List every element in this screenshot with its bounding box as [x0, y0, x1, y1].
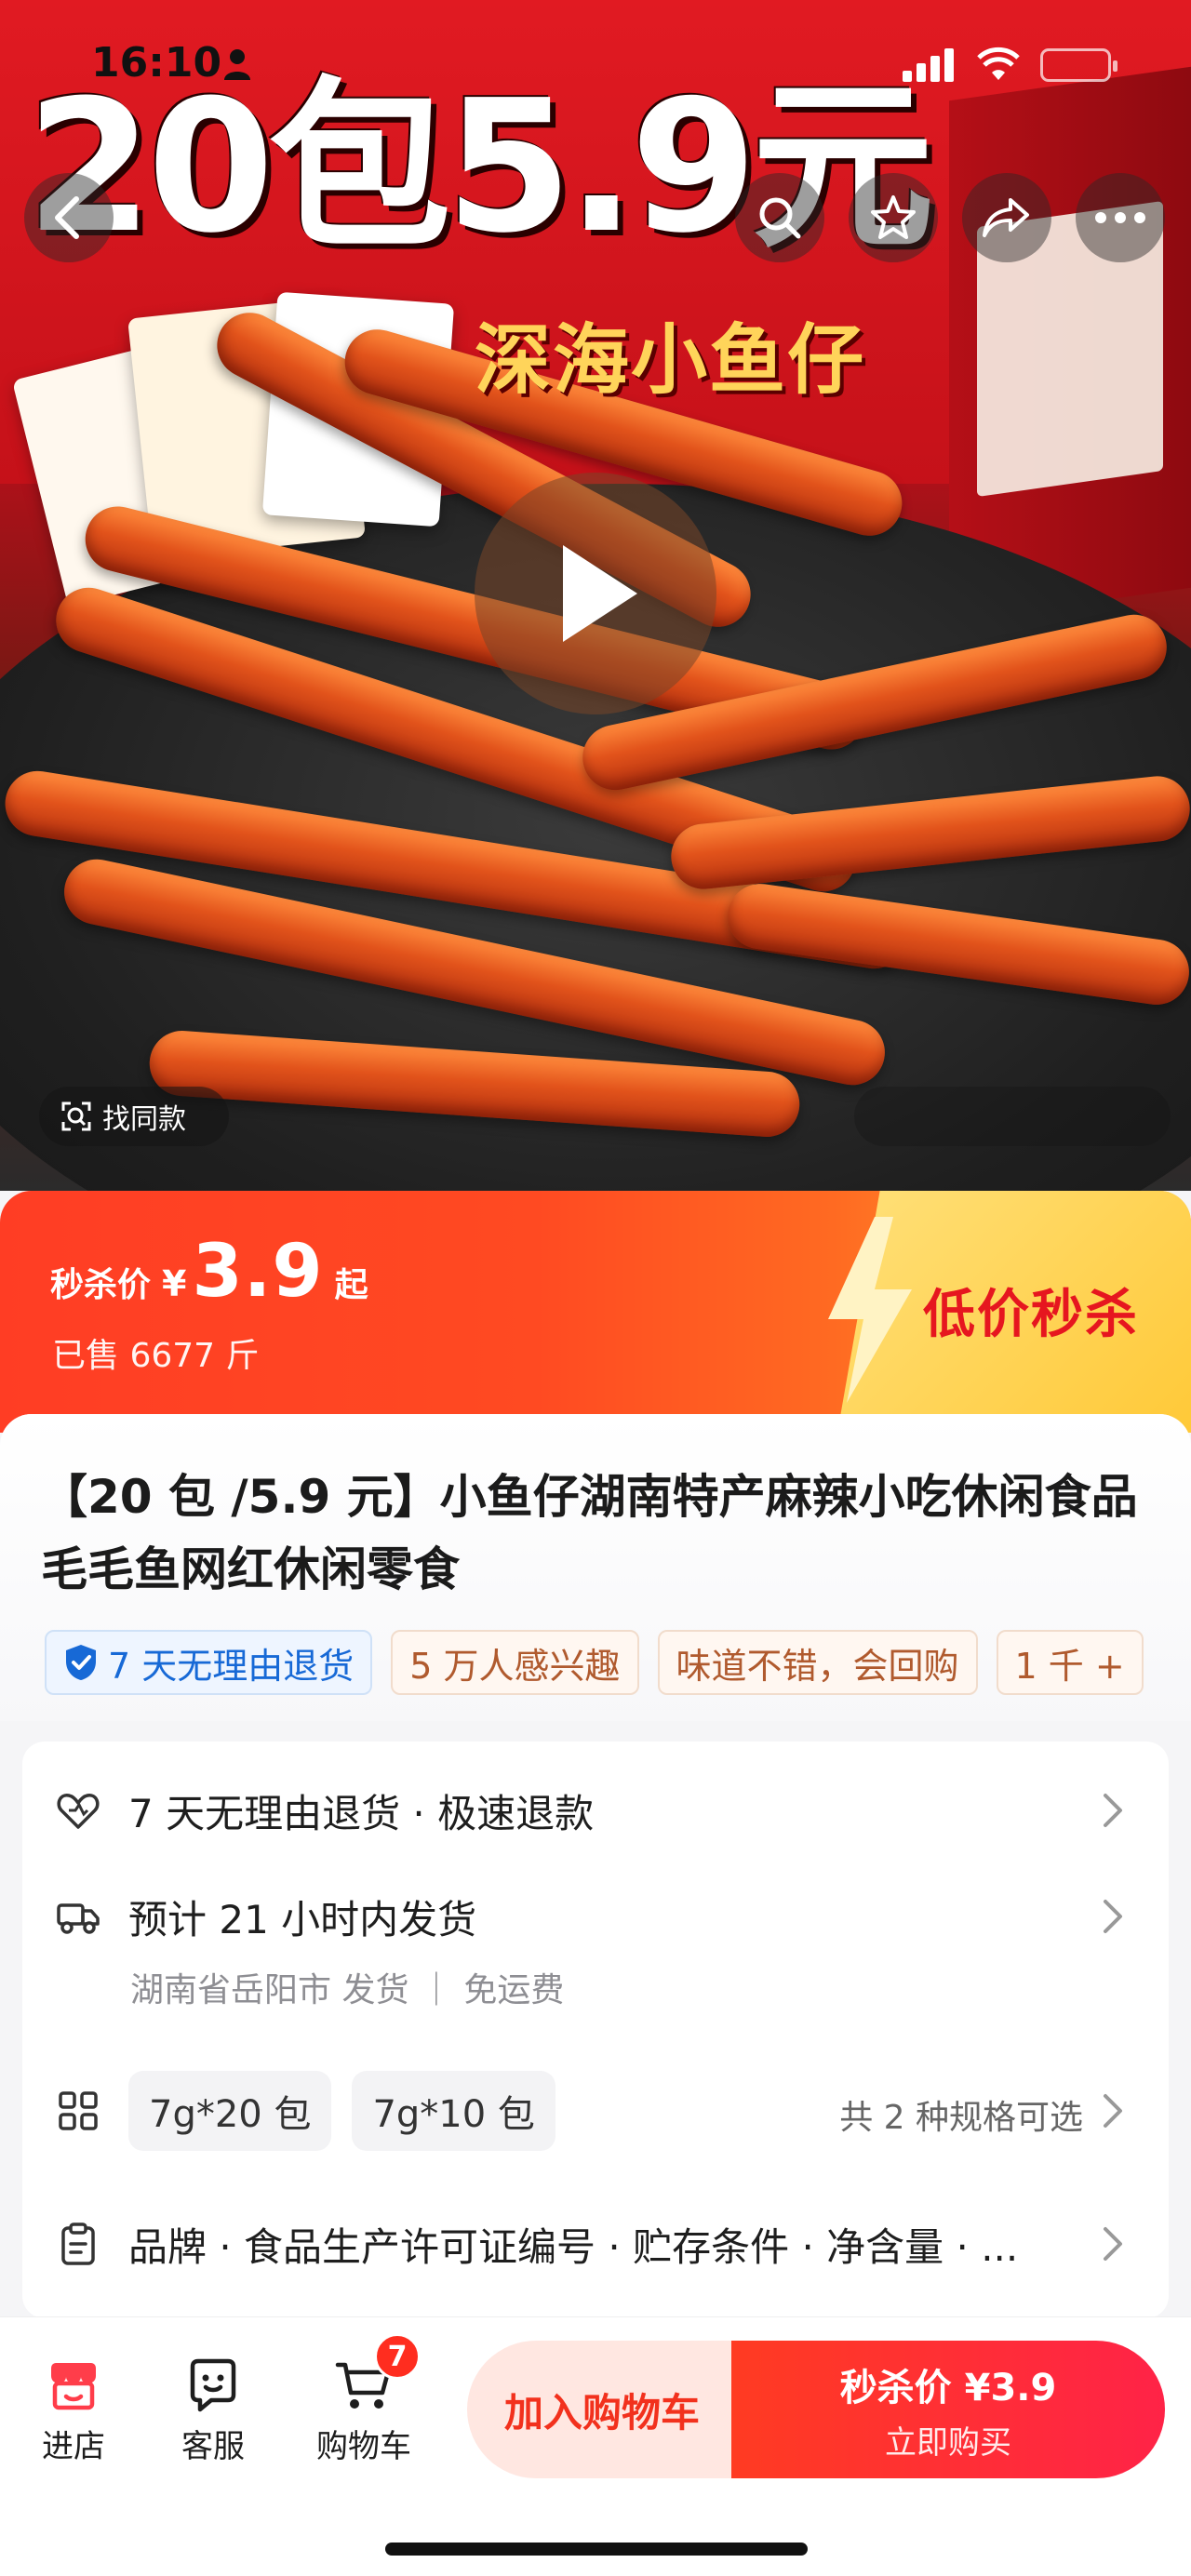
return-policy-row[interactable]: 7 天无理由退货 · 极速退款 — [56, 1782, 1126, 1838]
share-icon — [983, 198, 1029, 237]
tag-return-policy[interactable]: 7 天无理由退货 — [45, 1630, 373, 1695]
flash-sale-title: 低价秒杀 — [923, 1285, 1139, 1345]
lightning-icon — [828, 1217, 912, 1403]
back-button[interactable] — [24, 173, 114, 262]
chevron-left-icon — [55, 196, 79, 239]
favorite-button[interactable] — [849, 173, 938, 262]
tag-interest[interactable]: 5 万人感兴趣 — [391, 1630, 639, 1695]
service-tab[interactable]: 客服 — [153, 2356, 274, 2466]
tag-label: 1 千 + — [1014, 1645, 1125, 1687]
service-label: 客服 — [181, 2428, 245, 2465]
heart-shield-icon — [57, 1794, 100, 1829]
find-same-label: 找同款 — [102, 1103, 186, 1136]
grid-icon — [59, 2091, 98, 2130]
tag-review[interactable]: 味道不错，会回购 — [657, 1630, 978, 1695]
spec-option[interactable]: 7g*10 包 — [352, 2071, 555, 2151]
shipping-text: 预计 21 小时内发货 — [128, 1896, 477, 1942]
params-text: 品牌 · 食品生产许可证编号 · 贮存条件 · 净含量 · ... — [128, 2223, 1019, 2270]
flash-price: 秒杀价 ¥ 3.9 起 — [50, 1230, 368, 1314]
clipboard-icon — [61, 2222, 95, 2265]
cart-label: 购物车 — [316, 2428, 411, 2465]
gallery-thumbnail-strip[interactable] — [854, 1087, 1171, 1146]
status-bar: 16:10 — [0, 0, 1191, 130]
currency-symbol: ¥ — [162, 1263, 187, 1304]
buy-now-label: 立即购买 — [885, 2423, 1011, 2462]
tag-label: 5 万人感兴趣 — [409, 1645, 621, 1687]
chevron-right-icon — [1104, 2094, 1122, 2128]
store-icon — [51, 2363, 96, 2410]
play-icon — [563, 545, 637, 642]
share-button[interactable] — [962, 173, 1051, 262]
sold-count: 已售 6677 斤 — [52, 1337, 260, 1375]
buy-now-button[interactable]: 秒杀价 ¥3.9 立即购买 — [731, 2341, 1165, 2478]
home-indicator[interactable] — [385, 2543, 808, 2556]
price-value: 3.9 — [192, 1230, 324, 1314]
chevron-right-icon — [1104, 1900, 1122, 1933]
image-search-icon — [61, 1101, 91, 1131]
shipping-row[interactable]: 预计 21 小时内发货 — [56, 1889, 1126, 1944]
flash-sale-banner: 低价秒杀 秒杀价 ¥ 3.9 起 已售 6677 斤 — [0, 1191, 1191, 1433]
chevron-right-icon — [1104, 2227, 1122, 2261]
store-label: 进店 — [42, 2428, 105, 2465]
spec-count: 共 2 种规格可选 — [839, 2099, 1083, 2137]
buy-now-price: 秒杀价 ¥3.9 — [839, 2366, 1057, 2409]
search-button[interactable] — [735, 173, 824, 262]
status-time: 16:10 — [91, 39, 222, 87]
tag-more[interactable]: 1 千 + — [996, 1630, 1144, 1695]
shipping-origin: 湖南省岳阳市 发货 ｜ 免运费 — [130, 1971, 565, 2009]
params-row[interactable]: 品牌 · 食品生产许可证编号 · 贮存条件 · 净含量 · ... — [56, 2216, 1126, 2272]
product-title: 【20 包 /5.9 元】小鱼仔湖南特产麻辣小吃休闲食品毛毛鱼网红休闲零食 — [41, 1470, 1138, 1596]
spec-option[interactable]: 7g*20 包 — [128, 2071, 332, 2151]
add-to-cart-button[interactable]: 加入购物车 — [467, 2341, 737, 2478]
star-icon — [871, 195, 916, 239]
chat-icon — [190, 2358, 236, 2412]
store-tab[interactable]: 进店 — [13, 2356, 134, 2466]
product-tags: 7 天无理由退货 5 万人感兴趣 味道不错，会回购 1 千 + — [45, 1630, 1146, 1697]
truck-icon — [57, 1903, 100, 1934]
price-suffix: 起 — [334, 1266, 368, 1304]
return-policy-text: 7 天无理由退货 · 极速退款 — [128, 1790, 595, 1836]
cart-count-badge: 7 — [374, 2333, 421, 2380]
play-video-button[interactable] — [475, 473, 716, 714]
chevron-right-icon — [1104, 1794, 1122, 1827]
battery-icon — [1040, 48, 1117, 82]
find-same-button[interactable]: 找同款 — [39, 1087, 229, 1146]
wifi-icon — [977, 47, 1020, 80]
shield-check-icon — [66, 1645, 96, 1680]
tag-label: 味道不错，会回购 — [676, 1645, 959, 1687]
more-icon — [1095, 212, 1145, 223]
tag-label: 7 天无理由退货 — [108, 1645, 355, 1687]
flash-price-label: 秒杀价 — [50, 1266, 152, 1304]
search-icon — [759, 197, 801, 239]
person-icon — [224, 49, 250, 80]
hero-subline: 深海小鱼仔 — [475, 316, 866, 405]
signal-icon — [903, 48, 954, 82]
more-button[interactable] — [1076, 173, 1165, 262]
